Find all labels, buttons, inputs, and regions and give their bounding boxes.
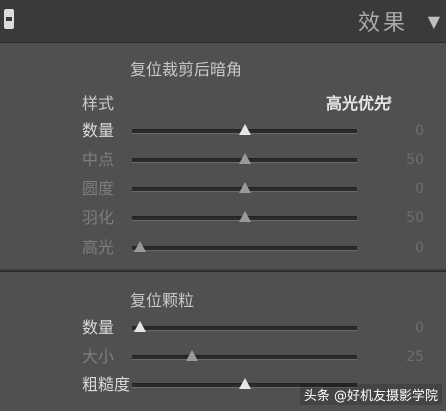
- slider-row: 圆度 0: [0, 178, 446, 200]
- slider-thumb[interactable]: [239, 153, 251, 164]
- slider-thumb[interactable]: [239, 182, 251, 193]
- feather-slider[interactable]: [132, 211, 357, 222]
- slider-thumb[interactable]: [239, 124, 251, 135]
- slider-value[interactable]: 0: [415, 317, 424, 339]
- style-label: 样式: [82, 94, 115, 113]
- slider-label: 大小: [82, 347, 115, 366]
- slider-label: 数量: [82, 121, 115, 140]
- slider-row: 大小 25: [0, 346, 446, 368]
- slider-label: 羽化: [82, 208, 115, 227]
- slider-thumb[interactable]: [239, 378, 251, 389]
- collapse-triangle-icon[interactable]: ▼: [428, 12, 440, 31]
- roundness-slider[interactable]: [132, 182, 357, 193]
- slider-value[interactable]: 25: [406, 346, 424, 368]
- slider-value[interactable]: 50: [406, 149, 424, 171]
- grain-size-slider[interactable]: [132, 350, 357, 361]
- slider-label: 高光: [82, 238, 115, 257]
- highlights-slider[interactable]: [132, 241, 357, 252]
- slider-label: 数量: [82, 318, 115, 337]
- slider-value[interactable]: 50: [406, 207, 424, 229]
- slider-row: 数量 0: [0, 120, 446, 142]
- slider-value[interactable]: 0: [415, 178, 424, 200]
- slider-thumb[interactable]: [186, 350, 198, 361]
- post-crop-vignette-section: 复位裁剪后暗角 样式 高光优先 ⬍ 数量 0 中点 50 圆度 0 羽化 50 …: [0, 43, 446, 268]
- slider-row: 数量 0: [0, 317, 446, 339]
- slider-label: 粗糙度: [82, 375, 131, 394]
- midpoint-slider[interactable]: [132, 153, 357, 164]
- reset-vignette-button[interactable]: 复位裁剪后暗角: [130, 56, 242, 80]
- slider-row: 中点 50: [0, 149, 446, 171]
- slider-label: 中点: [82, 150, 115, 169]
- grain-amount-slider[interactable]: [132, 321, 357, 332]
- slider-row: 高光 0: [0, 237, 446, 259]
- panel-title: 效果: [357, 11, 408, 36]
- style-select[interactable]: 高光优先: [326, 90, 390, 114]
- amount-slider[interactable]: [132, 124, 357, 135]
- panel-header[interactable]: 效果 ▼: [0, 0, 446, 43]
- panel-toggle-icon[interactable]: [4, 9, 14, 29]
- slider-thumb[interactable]: [239, 211, 251, 222]
- slider-value[interactable]: 0: [415, 237, 424, 259]
- watermark: 头条 @好机友摄影学院: [299, 384, 442, 405]
- reset-grain-button[interactable]: 复位颗粒: [130, 287, 194, 311]
- slider-value[interactable]: 0: [415, 120, 424, 142]
- style-stepper-icon[interactable]: ⬍: [385, 94, 394, 107]
- slider-row: 羽化 50: [0, 207, 446, 229]
- slider-label: 圆度: [82, 179, 115, 198]
- slider-thumb[interactable]: [134, 321, 146, 332]
- slider-thumb[interactable]: [134, 241, 146, 252]
